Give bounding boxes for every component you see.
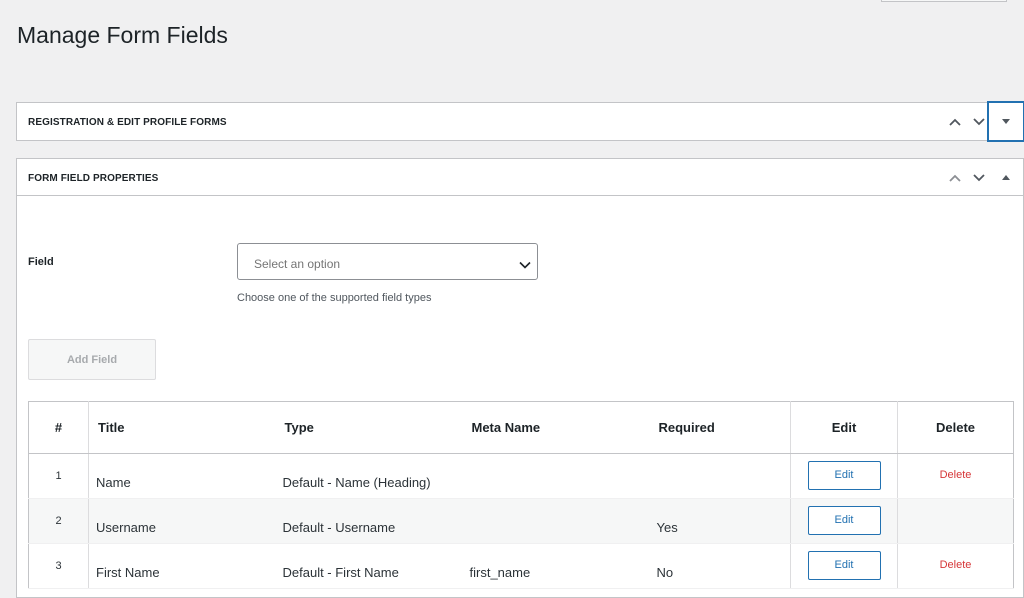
header-meta-name: Meta Name: [462, 401, 650, 454]
edit-button[interactable]: Edit: [807, 506, 881, 535]
row-title: First Name: [88, 543, 276, 589]
header-type: Type: [275, 401, 463, 454]
page-title: Manage Form Fields: [17, 22, 228, 48]
header-required: Required: [649, 401, 791, 454]
edit-button[interactable]: Edit: [807, 461, 881, 490]
form-field-properties-box: FORM FIELD PROPERTIES Field Select an op…: [16, 158, 1024, 598]
table-row: 2 Username Default - Username Yes Edit: [28, 498, 1014, 544]
screen-options-tab[interactable]: [881, 0, 1007, 2]
toggle-panel-icon[interactable]: [988, 102, 1024, 141]
move-down-icon[interactable]: [969, 168, 989, 188]
table-row: 3 First Name Default - First Name first_…: [28, 543, 1014, 589]
header-title: Title: [88, 401, 276, 454]
row-type: Default - First Name: [275, 543, 463, 589]
box-header: REGISTRATION & EDIT PROFILE FORMS: [17, 102, 1024, 141]
table-row: 1 Name Default - Name (Heading) Edit Del…: [28, 453, 1014, 499]
row-required: Yes: [649, 498, 791, 544]
table-header-row: # Title Type Meta Name Required Edit Del…: [28, 401, 1014, 454]
box-title: FORM FIELD PROPERTIES: [28, 173, 159, 184]
field-help-text: Choose one of the supported field types: [237, 292, 432, 304]
row-title: Username: [88, 498, 276, 544]
add-field-button[interactable]: Add Field: [28, 339, 156, 380]
toggle-panel-icon[interactable]: [989, 159, 1023, 196]
row-meta-name: first_name: [462, 543, 650, 589]
row-meta-name: [462, 453, 650, 499]
registration-forms-box: REGISTRATION & EDIT PROFILE FORMS: [16, 102, 1024, 141]
field-type-select[interactable]: Select an option: [237, 243, 538, 280]
field-label: Field: [28, 256, 54, 268]
row-meta-name: [462, 498, 650, 544]
header-edit: Edit: [790, 401, 898, 454]
move-up-icon[interactable]: [945, 112, 965, 132]
row-type: Default - Name (Heading): [275, 453, 463, 499]
fields-table: # Title Type Meta Name Required Edit Del…: [28, 401, 1014, 589]
delete-link[interactable]: Delete: [940, 559, 972, 571]
row-number: 2: [28, 498, 89, 544]
header-delete: Delete: [897, 401, 1014, 454]
edit-button[interactable]: Edit: [807, 551, 881, 580]
header-number: #: [28, 401, 89, 454]
delete-link[interactable]: Delete: [940, 469, 972, 481]
row-number: 3: [28, 543, 89, 589]
move-up-icon[interactable]: [945, 168, 965, 188]
box-title: REGISTRATION & EDIT PROFILE FORMS: [28, 117, 227, 128]
row-type: Default - Username: [275, 498, 463, 544]
move-down-icon[interactable]: [969, 112, 989, 132]
box-header: FORM FIELD PROPERTIES: [17, 159, 1023, 196]
row-number: 1: [28, 453, 89, 499]
row-title: Name: [88, 453, 276, 499]
row-required: No: [649, 543, 791, 589]
row-required: [649, 453, 791, 499]
select-placeholder: Select an option: [254, 257, 341, 271]
chevron-down-icon: [519, 256, 531, 274]
